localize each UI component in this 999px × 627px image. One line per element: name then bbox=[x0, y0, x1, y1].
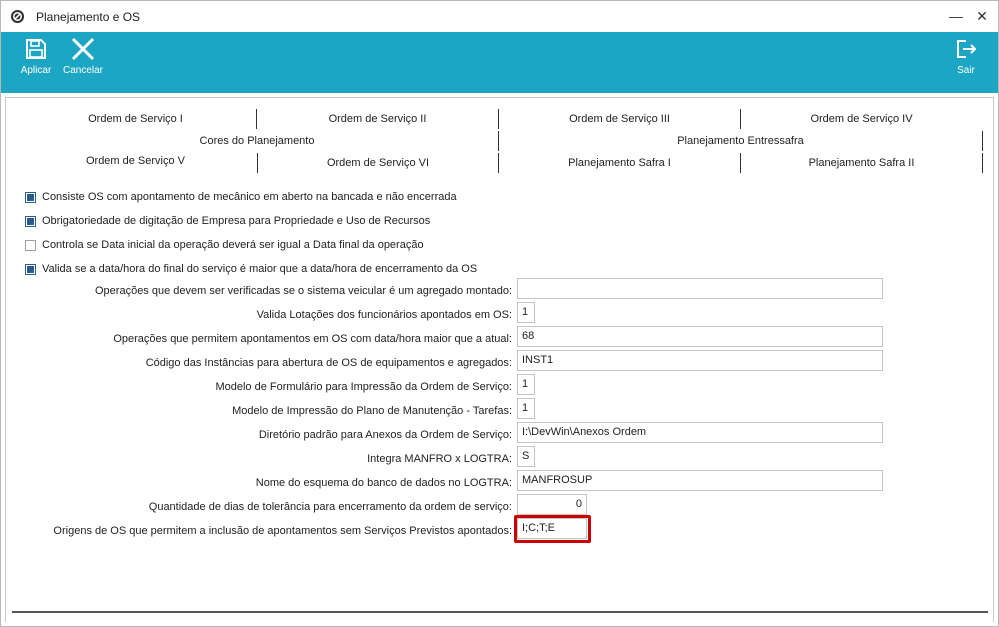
apply-label: Aplicar bbox=[20, 65, 52, 76]
field-label: Valida Lotações dos funcionários apontad… bbox=[256, 309, 512, 321]
valida-lotacoes-input[interactable]: 1 bbox=[517, 302, 535, 323]
tab-planejamento-safra-i[interactable]: Planejamento Safra I bbox=[499, 154, 740, 174]
tab-planejamento-safra-ii[interactable]: Planejamento Safra II bbox=[741, 154, 982, 174]
modelo-formulario-input[interactable]: 1 bbox=[517, 374, 535, 395]
checkbox[interactable] bbox=[25, 239, 36, 251]
tab-ordem-servico-v[interactable]: Ordem de Serviço V bbox=[15, 152, 256, 172]
cancel-label: Cancelar bbox=[62, 65, 104, 76]
diretorio-anexos-input[interactable]: I:\DevWin\Anexos Ordem bbox=[517, 422, 883, 443]
tab-ordem-servico-iii[interactable]: Ordem de Serviço III bbox=[499, 110, 740, 130]
checkbox-label: Consiste OS com apontamento de mecânico … bbox=[42, 191, 457, 203]
tab-separator bbox=[982, 131, 983, 151]
checkbox-row[interactable]: Consiste OS com apontamento de mecânico … bbox=[25, 189, 457, 205]
tab-ordem-servico-ii[interactable]: Ordem de Serviço II bbox=[257, 110, 498, 130]
checkbox-row[interactable]: Controla se Data inicial da operação dev… bbox=[25, 237, 424, 253]
checkbox-row[interactable]: Obrigatoriedade de digitação de Empresa … bbox=[25, 213, 430, 229]
minimize-button[interactable]: — bbox=[945, 6, 967, 26]
tab-planejamento-entressafra[interactable]: Planejamento Entressafra bbox=[499, 132, 982, 152]
dias-tolerancia-input[interactable]: 0 bbox=[517, 494, 587, 515]
esquema-banco-input[interactable]: MANFROSUP bbox=[517, 470, 883, 491]
operacoes-data-maior-input[interactable]: 68 bbox=[517, 326, 883, 347]
window-title: Planejamento e OS bbox=[36, 10, 141, 24]
field-label: Integra MANFRO x LOGTRA: bbox=[367, 453, 512, 465]
operacoes-agregado-input[interactable] bbox=[517, 278, 883, 299]
field-label: Código das Instâncias para abertura de O… bbox=[145, 357, 512, 369]
tab-ordem-servico-i[interactable]: Ordem de Serviço I bbox=[15, 110, 256, 130]
checkbox[interactable] bbox=[25, 263, 36, 275]
settings-window: Planejamento e OS — ✕ Aplicar Cancelar S… bbox=[0, 0, 999, 627]
checkbox-label: Valida se a data/hora do final do serviç… bbox=[42, 263, 478, 275]
toolbar: Aplicar Cancelar Sair bbox=[1, 32, 998, 93]
exit-button[interactable]: Sair bbox=[947, 38, 985, 76]
cancel-button[interactable]: Cancelar bbox=[61, 38, 105, 76]
modelo-impressao-plano-input[interactable]: 1 bbox=[517, 398, 535, 419]
field-label: Operações que devem ser verificadas se o… bbox=[95, 285, 512, 297]
field-label: Quantidade de dias de tolerância para en… bbox=[148, 501, 512, 513]
save-icon bbox=[26, 39, 46, 59]
tab-ordem-servico-vi[interactable]: Ordem de Serviço VI bbox=[258, 154, 498, 174]
exit-icon bbox=[957, 40, 977, 58]
app-logo-icon bbox=[10, 9, 25, 24]
integra-manfro-input[interactable]: S bbox=[517, 446, 535, 467]
checkbox-label: Controla se Data inicial da operação dev… bbox=[42, 239, 424, 251]
field-label: Modelo de Formulário para Impressão da O… bbox=[215, 381, 512, 393]
checkbox[interactable] bbox=[25, 215, 36, 227]
checkbox[interactable] bbox=[25, 191, 36, 203]
field-label: Origens de OS que permitem a inclusão de… bbox=[53, 525, 512, 537]
tab-cores-planejamento[interactable]: Cores do Planejamento bbox=[15, 132, 499, 152]
codigo-instancias-input[interactable]: INST1 bbox=[517, 350, 883, 371]
exit-label: Sair bbox=[957, 65, 975, 76]
checkbox-row[interactable]: Valida se a data/hora do final do serviç… bbox=[25, 261, 477, 277]
checkbox-label: Obrigatoriedade de digitação de Empresa … bbox=[42, 215, 431, 227]
divider bbox=[12, 611, 988, 613]
field-label: Modelo de Impressão do Plano de Manutenç… bbox=[232, 405, 512, 417]
tab-separator bbox=[982, 153, 983, 173]
field-label: Operações que permitem apontamentos em O… bbox=[113, 333, 512, 345]
title-bar: Planejamento e OS — ✕ bbox=[1, 1, 998, 32]
field-label: Nome do esquema do banco de dados no LOG… bbox=[255, 477, 512, 489]
apply-button[interactable]: Aplicar bbox=[18, 38, 54, 76]
field-label: Diretório padrão para Anexos da Ordem de… bbox=[258, 429, 512, 441]
close-x-icon bbox=[71, 38, 95, 60]
close-window-button[interactable]: ✕ bbox=[971, 6, 993, 26]
highlight-box bbox=[514, 515, 591, 543]
tab-ordem-servico-iv[interactable]: Ordem de Serviço IV bbox=[741, 110, 982, 130]
